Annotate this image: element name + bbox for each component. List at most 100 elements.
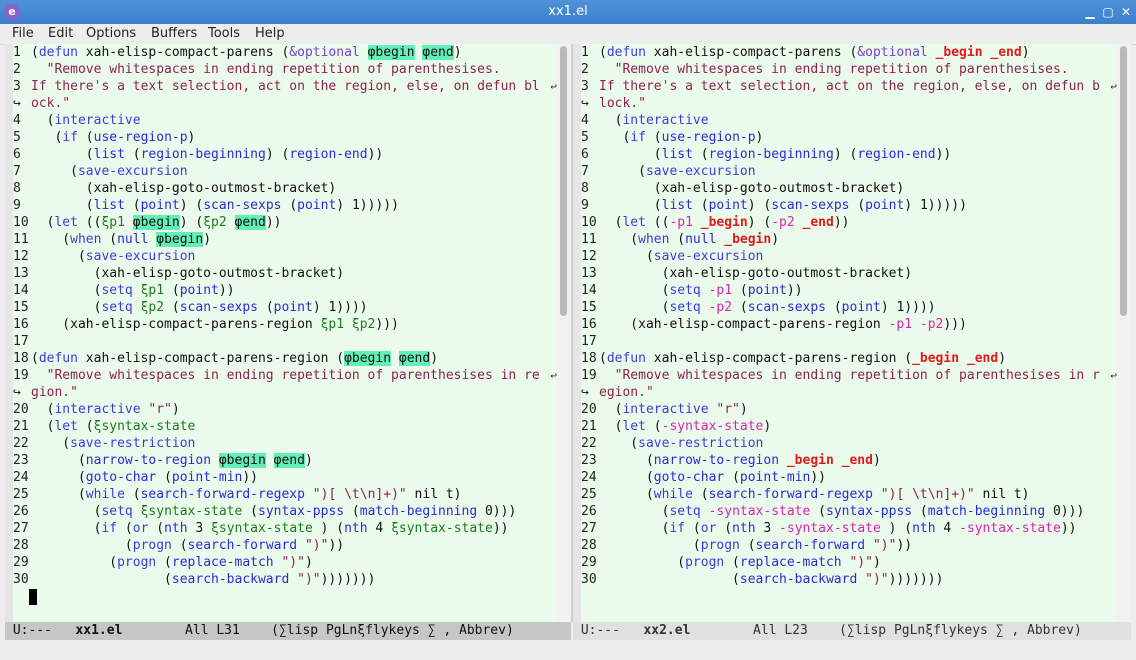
code-line[interactable]: 7 (save-excursion — [581, 163, 1117, 180]
code-line[interactable]: 4 (interactive — [13, 112, 557, 129]
code-line[interactable]: 2 "Remove whitespaces in ending repetiti… — [581, 61, 1117, 78]
code-line[interactable]: 3 If there's a text selection, act on the… — [581, 78, 1117, 95]
modeline-buffer-name[interactable]: xx2.el — [643, 623, 690, 638]
code-line[interactable]: 3 If there's a text selection, act on the… — [13, 78, 557, 95]
right-editor-pane[interactable]: 1 (defun xah-elisp-compact-parens (&optio… — [573, 44, 1117, 622]
line-number: 4 — [581, 113, 589, 128]
code-line[interactable]: 9 (list (point) (scan-sexps (point) 1)))… — [13, 197, 557, 214]
continuation-icon: ↪ — [581, 96, 589, 111]
code-line[interactable]: 19 "Remove whitespaces in ending repetit… — [581, 367, 1117, 384]
menu-file[interactable]: File — [12, 26, 34, 41]
maximize-icon[interactable]: ▢ — [1101, 5, 1115, 19]
code-line[interactable]: 6 (list (region-beginning) (region-end)) — [581, 146, 1117, 163]
code-line[interactable]: 1 (defun xah-elisp-compact-parens (&optio… — [13, 44, 557, 61]
left-editor-pane[interactable]: 1 (defun xah-elisp-compact-parens (&optio… — [5, 44, 557, 622]
code-line[interactable]: 29 (progn (replace-match ")") — [581, 554, 1117, 571]
code-line[interactable]: 17 — [581, 333, 1117, 350]
minimize-icon[interactable]: ▁ — [1083, 5, 1097, 19]
code-line[interactable]: ↪ lock." — [581, 95, 1117, 112]
code-line[interactable]: 1 (defun xah-elisp-compact-parens (&optio… — [581, 44, 1117, 61]
code-token: ( — [599, 232, 639, 247]
code-line[interactable]: 28 (progn (search-forward ")")) — [13, 537, 557, 554]
code-line[interactable]: 16 (xah-elisp-compact-parens-region -p1 … — [581, 316, 1117, 333]
code-line[interactable]: 9 (list (point) (scan-sexps (point) 1)))… — [581, 197, 1117, 214]
left-scrollbar-thumb[interactable] — [560, 46, 567, 316]
modeline-modes[interactable]: (∑lisp PgLnξflykeys ∑ , Abbrev) — [839, 623, 1082, 638]
code-line[interactable]: 27 (if (or (nth 3 -syntax-state ) (nth 4… — [581, 520, 1117, 537]
code-line[interactable]: 6 (list (region-beginning) (region-end)) — [13, 146, 557, 163]
code-line[interactable]: 24 (goto-char (point-min)) — [581, 469, 1117, 486]
code-line[interactable]: 20 (interactive "r") — [581, 401, 1117, 418]
minibuffer[interactable] — [0, 640, 1136, 660]
line-number: 1 — [13, 45, 21, 60]
code-line[interactable]: 22 (save-restriction — [581, 435, 1117, 452]
code-line[interactable]: 30 (search-backward ")"))))))) — [581, 571, 1117, 588]
code-line[interactable]: 20 (interactive "r") — [13, 401, 557, 418]
left-scrollbar[interactable] — [557, 44, 571, 622]
code-line[interactable]: 28 (progn (search-forward ")")) — [581, 537, 1117, 554]
code-line[interactable]: 21 (let (-syntax-state) — [581, 418, 1117, 435]
right-code-lines[interactable]: 1 (defun xah-elisp-compact-parens (&optio… — [581, 44, 1117, 588]
code-line[interactable]: ↪ ock." — [13, 95, 557, 112]
code-line[interactable]: 13 (xah-elisp-goto-outmost-bracket) — [581, 265, 1117, 282]
code-line[interactable]: 21 (let (ξsyntax-state — [13, 418, 557, 435]
menu-tools[interactable]: Tools — [208, 26, 240, 41]
code-token: "Remove whitespaces in ending repetition… — [31, 62, 501, 77]
menu-buffers[interactable]: Buffers — [151, 26, 197, 41]
left-mode-line[interactable]: U:--- xx1.el All L31 (∑lisp PgLnξflykeys… — [5, 622, 571, 640]
code-line[interactable]: 22 (save-restriction — [13, 435, 557, 452]
code-line[interactable]: 23 (narrow-to-region _begin _end) — [581, 452, 1117, 469]
code-line[interactable]: 11 (when (null _begin) — [581, 231, 1117, 248]
menu-help[interactable]: Help — [255, 26, 285, 41]
code-line[interactable]: 15 (setq ξp2 (scan-sexps (point) 1)))) — [13, 299, 557, 316]
code-line[interactable]: 11 (when (null φbegin) — [13, 231, 557, 248]
code-line[interactable]: ↪ gion." — [13, 384, 557, 401]
right-scrollbar-thumb[interactable] — [1120, 46, 1127, 316]
code-token: let — [622, 215, 646, 230]
code-line[interactable]: 8 (xah-elisp-goto-outmost-bracket) — [13, 180, 557, 197]
code-token: ( — [156, 555, 172, 570]
code-line[interactable]: 18 (defun xah-elisp-compact-parens-region… — [13, 350, 557, 367]
code-line[interactable]: 14 (setq ξp1 (point)) — [13, 282, 557, 299]
code-line[interactable]: 19 "Remove whitespaces in ending repetit… — [13, 367, 557, 384]
menu-edit[interactable]: Edit — [48, 26, 73, 41]
right-scrollbar[interactable] — [1117, 44, 1131, 622]
code-line[interactable]: 24 (goto-char (point-min)) — [13, 469, 557, 486]
code-line[interactable]: 15 (setq -p2 (scan-sexps (point) 1)))) — [581, 299, 1117, 316]
code-line[interactable]: 10 (let ((ξp1 φbegin) (ξp2 φend)) — [13, 214, 557, 231]
line-number: 4 — [13, 113, 21, 128]
code-line[interactable]: 25 (while (search-forward-regexp ")[ \t\… — [13, 486, 557, 503]
code-line[interactable]: 5 (if (use-region-p) — [581, 129, 1117, 146]
code-line[interactable]: 25 (while (search-forward-regexp ")[ \t\… — [581, 486, 1117, 503]
code-line[interactable]: 29 (progn (replace-match ")") — [13, 554, 557, 571]
modeline-modes[interactable]: (∑lisp PgLnξflykeys ∑ , Abbrev) — [271, 623, 514, 638]
code-line[interactable]: 17 — [13, 333, 557, 350]
code-line[interactable]: 12 (save-excursion — [13, 248, 557, 265]
code-line[interactable]: 5 (if (use-region-p) — [13, 129, 557, 146]
code-token: (( — [77, 215, 102, 230]
code-line[interactable]: 18 (defun xah-elisp-compact-parens-region… — [581, 350, 1117, 367]
code-line[interactable]: 4 (interactive — [581, 112, 1117, 129]
code-line[interactable]: 10 (let ((-p1 _begin) (-p2 _end)) — [581, 214, 1117, 231]
code-line[interactable]: ↪ egion." — [581, 384, 1117, 401]
menu-options[interactable]: Options — [86, 26, 136, 41]
code-line[interactable]: 26 (setq -syntax-state (syntax-ppss (mat… — [581, 503, 1117, 520]
code-line[interactable]: 14 (setq -p1 (point)) — [581, 282, 1117, 299]
code-line[interactable]: 16 (xah-elisp-compact-parens-region ξp1 … — [13, 316, 557, 333]
code-line[interactable]: 30 (search-backward ")"))))))) — [13, 571, 557, 588]
close-icon[interactable]: ✕ — [1119, 5, 1133, 19]
code-line[interactable]: 8 (xah-elisp-goto-outmost-bracket) — [581, 180, 1117, 197]
code-line[interactable]: 23 (narrow-to-region φbegin φend) — [13, 452, 557, 469]
code-line[interactable]: 2 "Remove whitespaces in ending repetiti… — [13, 61, 557, 78]
code-line[interactable]: 27 (if (or (nth 3 ξsyntax-state ) (nth 4… — [13, 520, 557, 537]
code-line[interactable]: 13 (xah-elisp-goto-outmost-bracket) — [13, 265, 557, 282]
line-number: 16 — [581, 317, 597, 332]
code-line[interactable]: 7 (save-excursion — [13, 163, 557, 180]
right-mode-line[interactable]: U:--- xx2.el All L23 (∑lisp PgLnξflykeys… — [573, 622, 1131, 640]
left-code-lines[interactable]: 1 (defun xah-elisp-compact-parens (&optio… — [13, 44, 557, 588]
code-line[interactable]: 26 (setq ξsyntax-state (syntax-ppss (mat… — [13, 503, 557, 520]
code-token: ( — [31, 487, 86, 502]
modeline-buffer-name[interactable]: xx1.el — [75, 623, 122, 638]
code-token: ( — [599, 487, 654, 502]
code-line[interactable]: 12 (save-excursion — [581, 248, 1117, 265]
